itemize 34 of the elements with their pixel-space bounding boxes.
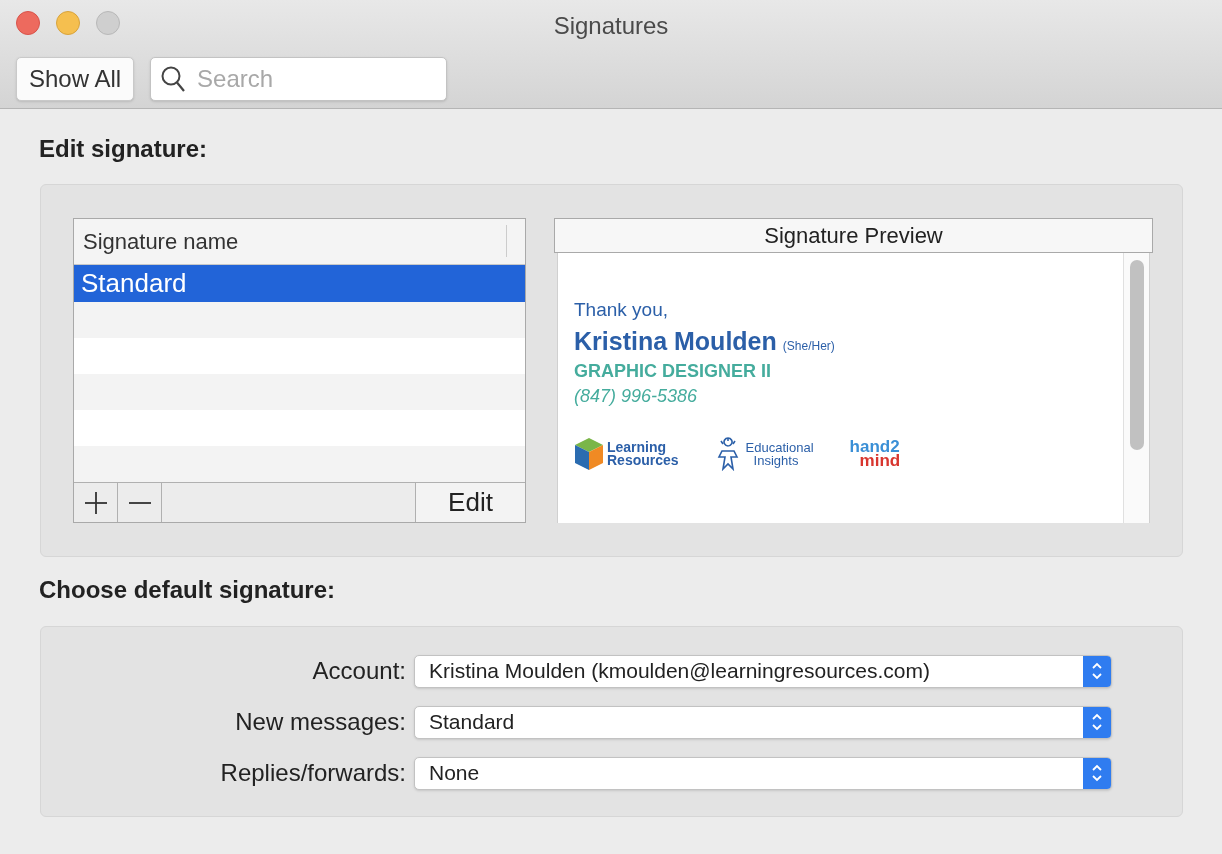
section-heading: Edit signature: — [39, 134, 208, 164]
job-title: GRAPHIC DESIGNER II — [574, 360, 772, 383]
popup-button[interactable]: Kristina Moulden (kmoulden@learningresources.com) — [414, 654, 1112, 688]
greeting-text: Thank you, — [574, 298, 668, 322]
show-all-button[interactable]: Show All — [16, 57, 135, 101]
signature-name: Kristina Moulden — [574, 326, 777, 357]
preview-header: Signature Preview — [554, 218, 1153, 253]
updown-icon — [1091, 712, 1103, 732]
search-icon — [160, 65, 187, 93]
updown-icon — [1091, 661, 1103, 681]
minus-icon — [128, 500, 151, 505]
pronouns-text: (She/Her) — [782, 338, 835, 355]
field-label: Replies/forwards: — [219, 758, 406, 788]
logo: Learning Resources — [574, 437, 679, 471]
search-field[interactable]: Search — [150, 57, 448, 101]
window-title: Signatures — [553, 11, 669, 41]
list-row[interactable]: Standard — [74, 264, 525, 302]
plus-icon — [84, 491, 107, 514]
zoom-icon — [96, 11, 120, 35]
column-header[interactable]: Signature name — [74, 219, 525, 265]
minimize-icon[interactable] — [56, 11, 80, 35]
field-label: Account: — [311, 656, 406, 686]
updown-icon — [1091, 763, 1103, 783]
close-icon[interactable] — [16, 11, 40, 35]
scrollbar[interactable] — [1123, 253, 1149, 523]
logo: hand2 mind — [849, 440, 901, 468]
edit-button[interactable]: Edit — [415, 483, 525, 522]
phone-number: (847) 996-5386 — [574, 385, 698, 407]
section-heading: Choose default signature: — [39, 575, 337, 605]
popup-button[interactable]: None — [414, 756, 1112, 790]
cube-icon — [574, 437, 604, 471]
logo: Educational Insights — [712, 437, 814, 471]
field-label: New messages: — [234, 707, 406, 737]
popup-button[interactable]: Standard — [414, 705, 1112, 739]
